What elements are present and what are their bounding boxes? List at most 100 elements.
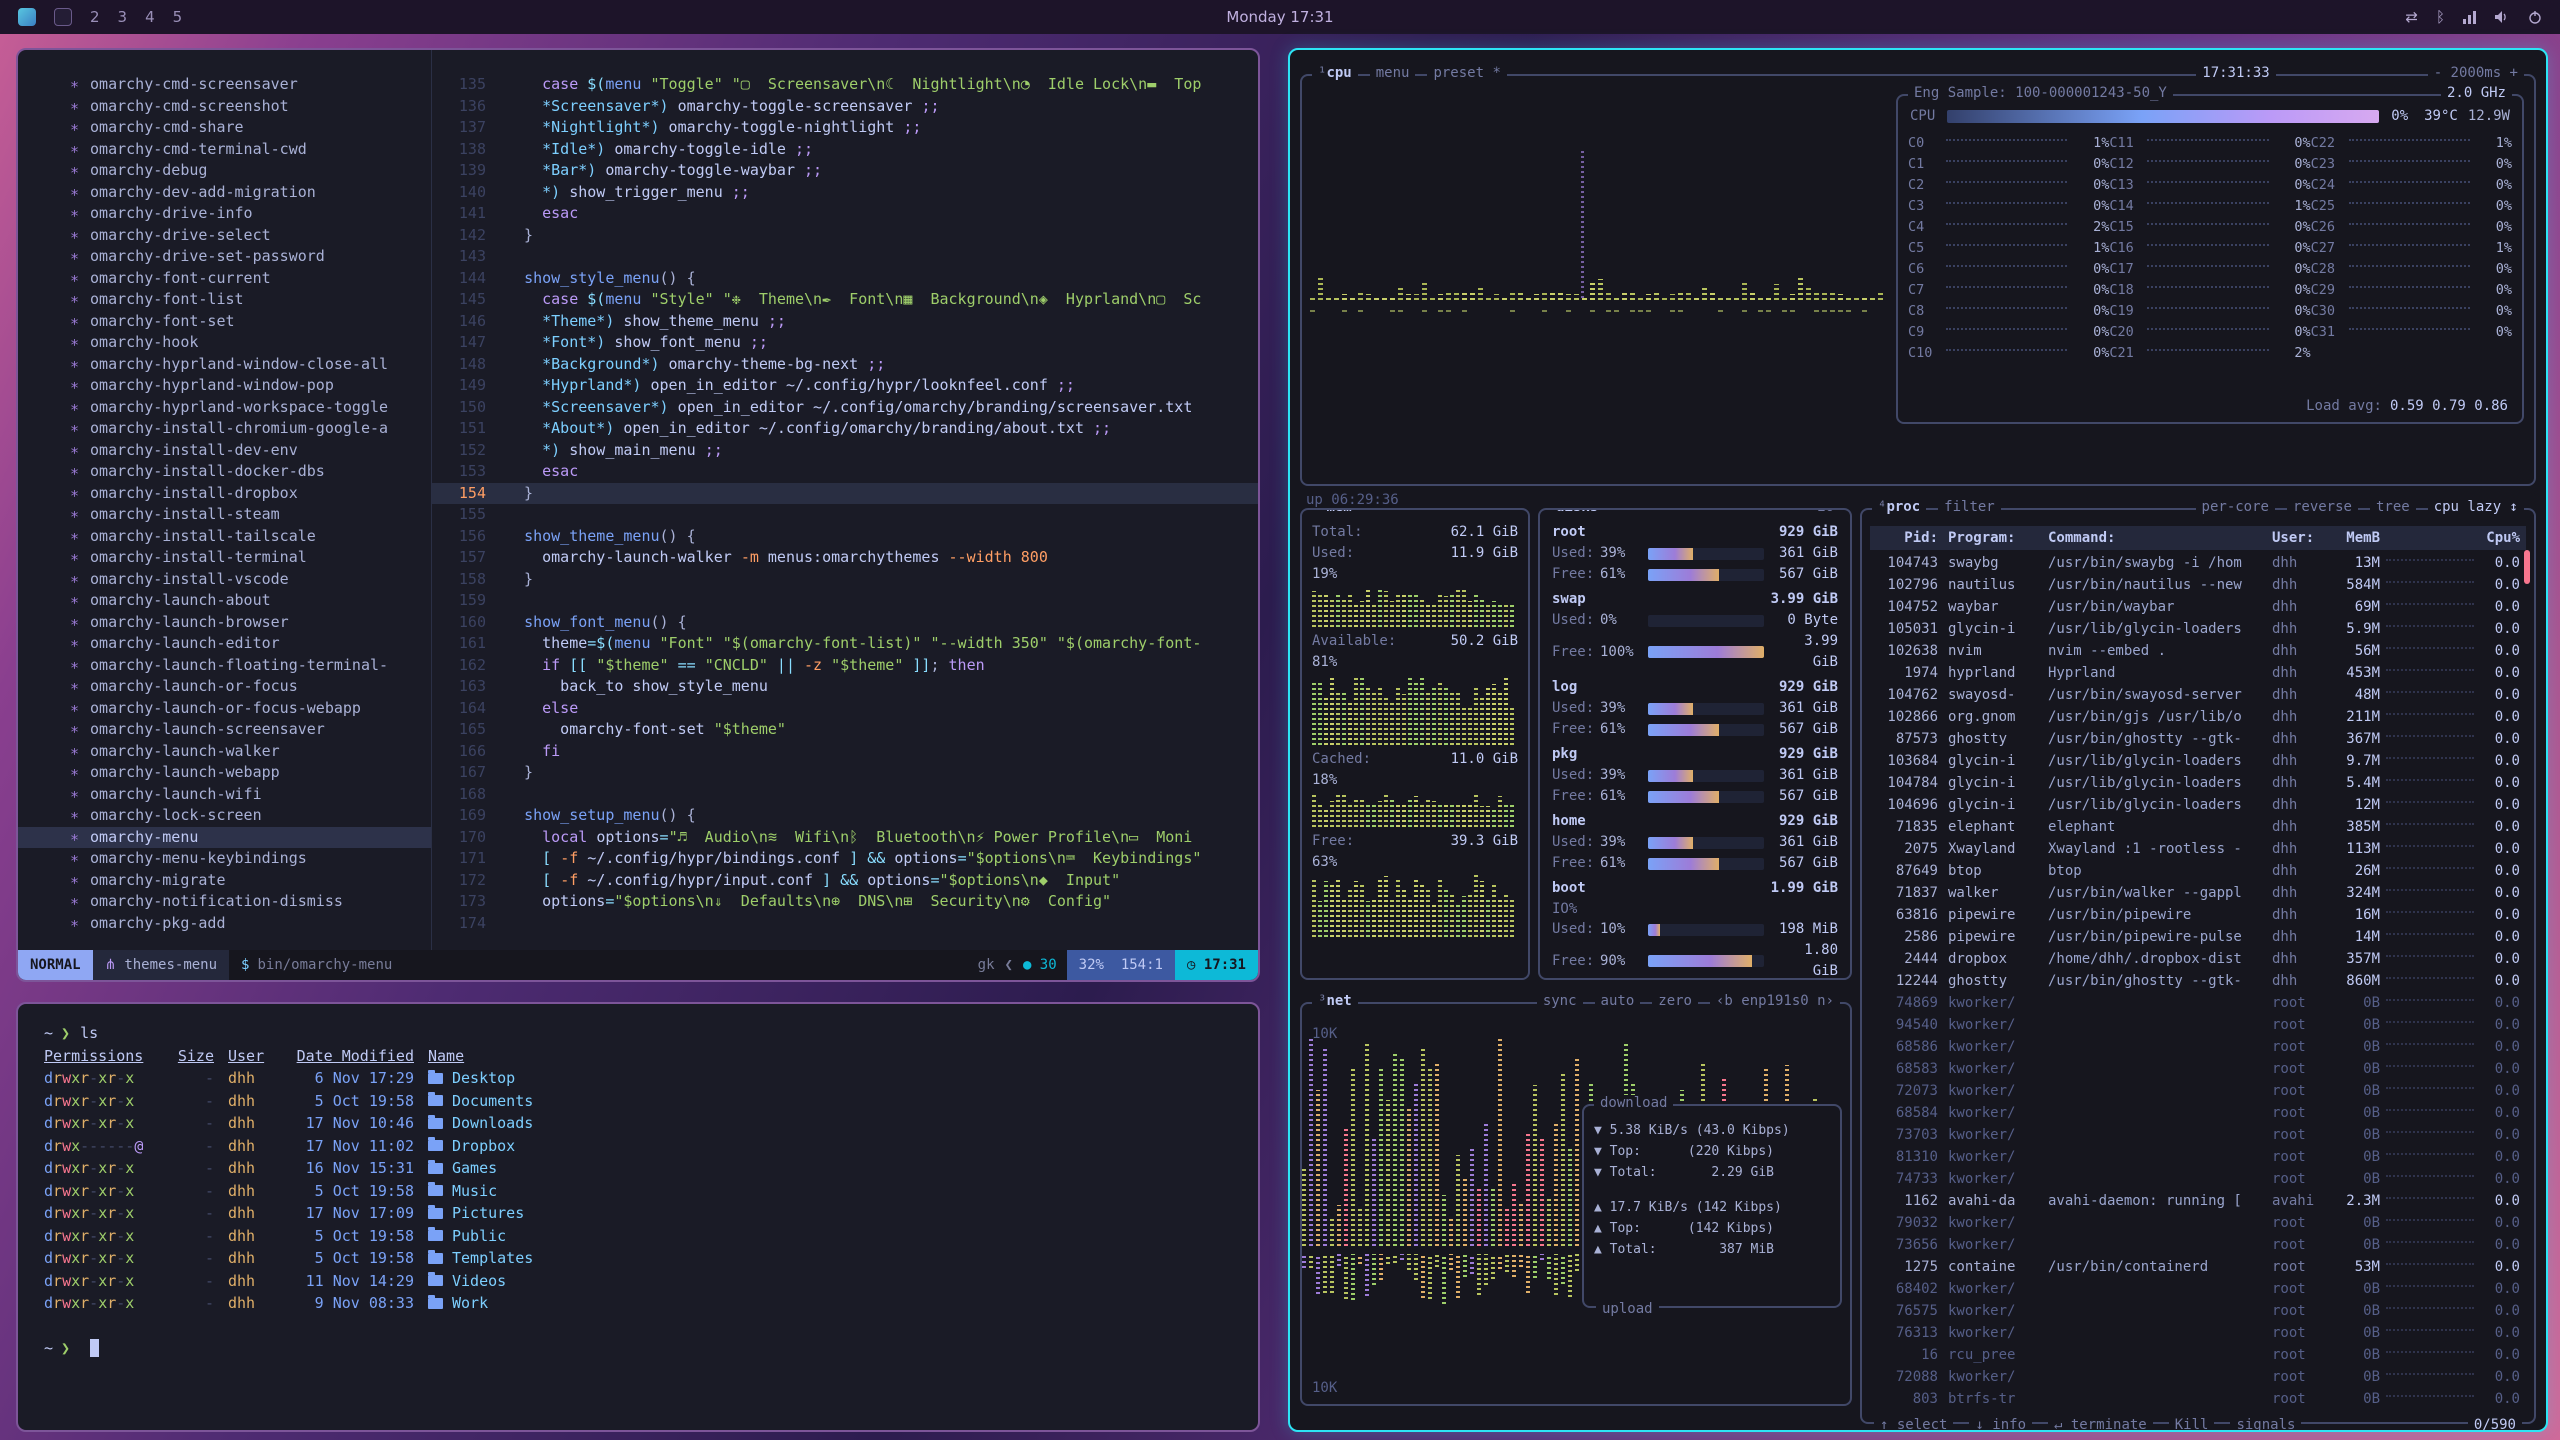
file-item[interactable]: ∗omarchy-drive-info — [18, 203, 431, 225]
file-item[interactable]: ∗omarchy-hyprland-window-pop — [18, 375, 431, 397]
code-line[interactable]: 144 show_style_menu() { — [432, 268, 1258, 290]
workspace-3[interactable]: 3 — [118, 8, 128, 26]
workspace-5[interactable]: 5 — [173, 8, 183, 26]
terminal-body[interactable]: ~❯ls Permissions Size User Date Modified… — [18, 1004, 1258, 1377]
volume-icon[interactable] — [2494, 10, 2510, 24]
process-row[interactable]: 105031 glycin-i /usr/lib/glycin-loaders … — [1870, 618, 2526, 640]
code-line[interactable]: 149 *Hyprland*) open_in_editor ~/.config… — [432, 375, 1258, 397]
code-line[interactable]: 155 — [432, 504, 1258, 526]
file-item[interactable]: ∗omarchy-dev-add-migration — [18, 182, 431, 204]
process-row[interactable]: 74869 kworker/ root 0B 0.0 — [1870, 992, 2526, 1014]
swap-arrows-icon[interactable]: ⇄ — [2405, 8, 2418, 26]
process-row[interactable]: 94540 kworker/ root 0B 0.0 — [1870, 1014, 2526, 1036]
file-item[interactable]: ∗omarchy-font-list — [18, 289, 431, 311]
file-item[interactable]: ∗omarchy-install-chromium-google-a — [18, 418, 431, 440]
file-item[interactable]: ∗omarchy-launch-wifi — [18, 784, 431, 806]
code-line[interactable]: 156 show_theme_menu() { — [432, 526, 1258, 548]
code-line[interactable]: 137 *Nightlight*) omarchy-toggle-nightli… — [432, 117, 1258, 139]
code-line[interactable]: 146 *Theme*) show_theme_menu ;; — [432, 311, 1258, 333]
code-line[interactable]: 145 case $(menu "Style" "❉ Theme\n✒ Font… — [432, 289, 1258, 311]
reverse-toggle[interactable]: reverse — [2287, 499, 2358, 515]
file-item[interactable]: ∗omarchy-launch-screensaver — [18, 719, 431, 741]
file-item[interactable]: ∗omarchy-lock-screen — [18, 805, 431, 827]
code-line[interactable]: 143 — [432, 246, 1258, 268]
file-item[interactable]: ∗omarchy-install-dev-env — [18, 440, 431, 462]
file-item[interactable]: ∗omarchy-cmd-terminal-cwd — [18, 139, 431, 161]
process-row[interactable]: 79032 kworker/ root 0B 0.0 — [1870, 1212, 2526, 1234]
terminal-window[interactable]: ~❯ls Permissions Size User Date Modified… — [16, 1002, 1260, 1432]
code-line[interactable]: 163 back_to show_style_menu — [432, 676, 1258, 698]
file-item[interactable]: ∗omarchy-install-tailscale — [18, 526, 431, 548]
process-row[interactable]: 102638 nvim nvim --embed . dhh 56M 0.0 — [1870, 640, 2526, 662]
workspace-app-icon[interactable] — [18, 8, 36, 26]
code-line[interactable]: 174 — [432, 913, 1258, 935]
menu-button[interactable]: menu — [1370, 65, 1416, 81]
terminate-hint[interactable]: ↵ terminate — [2048, 1417, 2153, 1432]
file-item[interactable]: ∗omarchy-launch-or-focus — [18, 676, 431, 698]
file-item[interactable]: ∗omarchy-cmd-screenshot — [18, 96, 431, 118]
file-item[interactable]: ∗omarchy-debug — [18, 160, 431, 182]
file-item[interactable]: ∗omarchy-drive-set-password — [18, 246, 431, 268]
file-item[interactable]: ∗omarchy-launch-about — [18, 590, 431, 612]
proc-header[interactable]: Pid: Program: Command: User: MemB Cpu% — [1870, 526, 2526, 550]
process-row[interactable]: 102796 nautilus /usr/bin/nautilus --new … — [1870, 574, 2526, 596]
code-line[interactable]: 153 esac — [432, 461, 1258, 483]
workspace-app-icon-2[interactable] — [54, 8, 72, 26]
kill-hint[interactable]: Kill — [2169, 1417, 2215, 1432]
file-item[interactable]: ∗omarchy-menu-keybindings — [18, 848, 431, 870]
preset-button[interactable]: preset * — [1427, 65, 1506, 81]
process-row[interactable]: 68583 kworker/ root 0B 0.0 — [1870, 1058, 2526, 1080]
code-line[interactable]: 173 options="$options\n⇓ Defaults\n⊕ DNS… — [432, 891, 1258, 913]
process-row[interactable]: 803 btrfs-tr root 0B 0.0 — [1870, 1388, 2526, 1410]
process-row[interactable]: 104784 glycin-i /usr/lib/glycin-loaders … — [1870, 772, 2526, 794]
file-item[interactable]: ∗omarchy-launch-walker — [18, 741, 431, 763]
tree-toggle[interactable]: tree — [2370, 499, 2416, 515]
code-line[interactable]: 170 local options="♬ Audio\n≋ Wifi\nᛒ Bl… — [432, 827, 1258, 849]
proc-scrollbar[interactable] — [2524, 550, 2530, 584]
code-line[interactable]: 148 *Background*) omarchy-theme-bg-next … — [432, 354, 1258, 376]
file-item[interactable]: ∗omarchy-install-dropbox — [18, 483, 431, 505]
process-row[interactable]: 68584 kworker/ root 0B 0.0 — [1870, 1102, 2526, 1124]
code-line[interactable]: 147 *Font*) show_font_menu ;; — [432, 332, 1258, 354]
workspace-4[interactable]: 4 — [145, 8, 155, 26]
workspace-2[interactable]: 2 — [90, 8, 100, 26]
file-item[interactable]: ∗omarchy-pkg-add — [18, 913, 431, 935]
process-row[interactable]: 72088 kworker/ root 0B 0.0 — [1870, 1366, 2526, 1388]
process-row[interactable]: 104762 swayosd- /usr/bin/swayosd-server … — [1870, 684, 2526, 706]
process-row[interactable]: 87573 ghostty /usr/bin/ghostty --gtk- dh… — [1870, 728, 2526, 750]
file-item[interactable]: ∗omarchy-launch-editor — [18, 633, 431, 655]
process-row[interactable]: 76575 kworker/ root 0B 0.0 — [1870, 1300, 2526, 1322]
process-row[interactable]: 2075 Xwayland Xwayland :1 -rootless - dh… — [1870, 838, 2526, 860]
code-line[interactable]: 150 *Screensaver*) open_in_editor ~/.con… — [432, 397, 1258, 419]
file-item[interactable]: ∗omarchy-install-vscode — [18, 569, 431, 591]
net-auto-button[interactable]: auto — [1595, 993, 1641, 1009]
code-line[interactable]: 171 [ -f ~/.config/hypr/bindings.conf ] … — [432, 848, 1258, 870]
io-toggle[interactable]: io — [1811, 508, 1840, 515]
code-line[interactable]: 135 case $(menu "Toggle" "▢ Screensaver\… — [432, 74, 1258, 96]
process-row[interactable]: 1162 avahi-da avahi-daemon: running [ av… — [1870, 1190, 2526, 1212]
process-row[interactable]: 104743 swaybg /usr/bin/swaybg -i /hom dh… — [1870, 552, 2526, 574]
code-line[interactable]: 154 } — [432, 483, 1258, 505]
stats-icon[interactable] — [2463, 10, 2476, 24]
file-item[interactable]: ∗omarchy-launch-floating-terminal- — [18, 655, 431, 677]
process-row[interactable]: 1974 hyprland Hyprland dhh 453M 0.0 — [1870, 662, 2526, 684]
process-row[interactable]: 68402 kworker/ root 0B 0.0 — [1870, 1278, 2526, 1300]
file-item[interactable]: ∗omarchy-hook — [18, 332, 431, 354]
code-line[interactable]: 140 *) show_trigger_menu ;; — [432, 182, 1258, 204]
process-row[interactable]: 104696 glycin-i /usr/lib/glycin-loaders … — [1870, 794, 2526, 816]
bluetooth-icon[interactable]: ᛒ — [2436, 8, 2445, 26]
code-line[interactable]: 136 *Screensaver*) omarchy-toggle-screen… — [432, 96, 1258, 118]
file-item[interactable]: ∗omarchy-menu — [18, 827, 431, 849]
sort-selector[interactable]: cpu lazy ↕ — [2428, 499, 2524, 515]
code-line[interactable]: 159 — [432, 590, 1258, 612]
code-line[interactable]: 161 theme=$(menu "Font" "$(omarchy-font-… — [432, 633, 1258, 655]
file-item[interactable]: ∗omarchy-launch-webapp — [18, 762, 431, 784]
code-line[interactable]: 157 omarchy-launch-walker -m menus:omarc… — [432, 547, 1258, 569]
file-item[interactable]: ∗omarchy-launch-or-focus-webapp — [18, 698, 431, 720]
code-line[interactable]: 168 — [432, 784, 1258, 806]
net-interface-selector[interactable]: ‹b enp191s0 n› — [1710, 993, 1840, 1009]
file-item[interactable]: ∗omarchy-install-docker-dbs — [18, 461, 431, 483]
process-row[interactable]: 102866 org.gnom /usr/bin/gjs /usr/lib/o … — [1870, 706, 2526, 728]
select-hint[interactable]: ↑ select — [1874, 1417, 1953, 1432]
code-line[interactable]: 165 omarchy-font-set "$theme" — [432, 719, 1258, 741]
